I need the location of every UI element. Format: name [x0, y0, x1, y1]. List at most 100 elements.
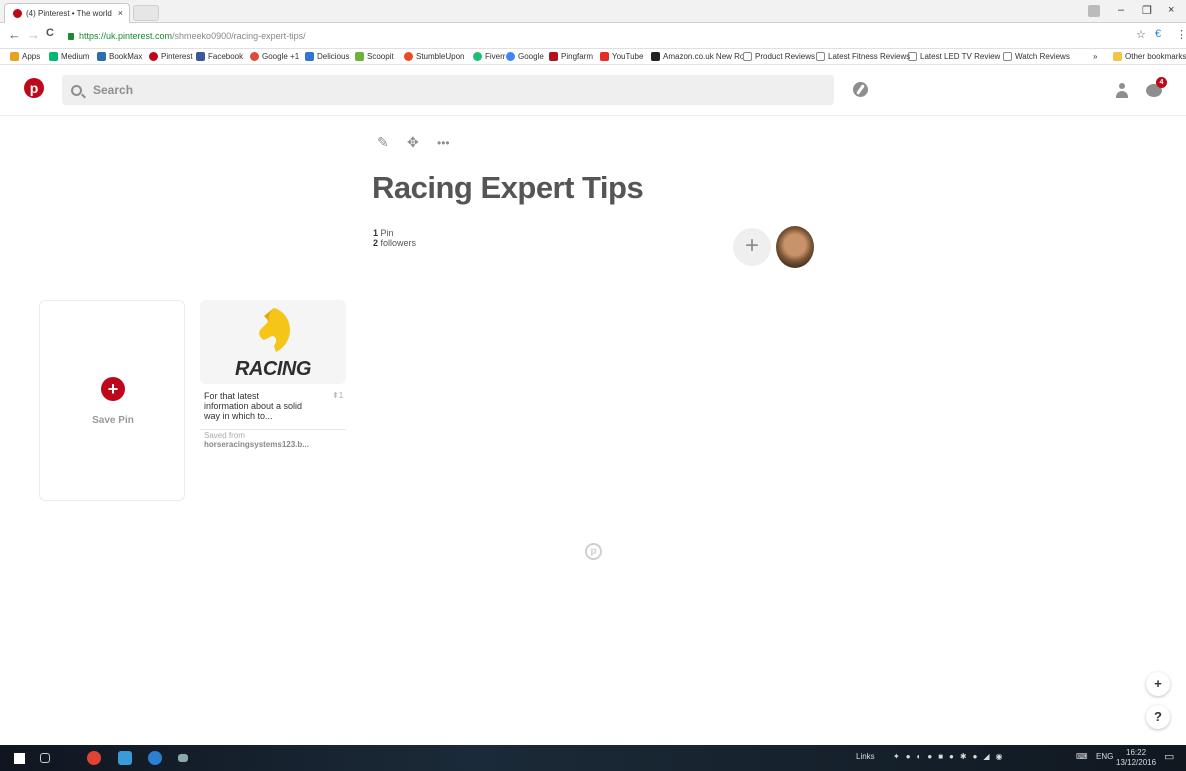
other-bookmarks[interactable]: Other bookmarks — [1113, 52, 1186, 61]
facebook-icon — [196, 52, 205, 61]
add-collaborator-button[interactable]: + — [733, 228, 771, 266]
apps-icon — [10, 52, 19, 61]
google-plus-icon — [250, 52, 259, 61]
clock-time: 16:22 — [1126, 748, 1147, 757]
page-icon — [743, 52, 752, 61]
pin-source-link[interactable]: horseracingsystems123.b... — [204, 440, 309, 449]
bookmark-item[interactable]: BookMax — [97, 52, 142, 61]
pinterest-favicon-icon — [13, 9, 22, 18]
followers-stat[interactable]: 2 followers — [373, 238, 416, 248]
bookmark-item[interactable]: StumbleUpon — [404, 52, 464, 61]
avatar[interactable] — [776, 226, 814, 268]
amazon-icon — [651, 52, 660, 61]
bookmark-item[interactable]: YouTube — [600, 52, 643, 61]
bookmark-item[interactable]: Watch Reviews — [1003, 52, 1070, 61]
windows-start-icon[interactable] — [14, 753, 25, 764]
profile-user-icon[interactable] — [1116, 83, 1128, 99]
fiverr-icon — [473, 52, 482, 61]
back-icon[interactable]: ← — [8, 27, 21, 42]
google-icon — [506, 52, 515, 61]
bookmark-item[interactable]: Google +1 — [250, 52, 299, 61]
pinterest-footer-logo-icon: p — [585, 543, 602, 560]
bookmarks-overflow[interactable]: » — [1093, 52, 1097, 61]
action-center-icon[interactable]: ▭ — [1164, 750, 1174, 763]
search-placeholder: Search — [93, 83, 134, 97]
bookmark-item[interactable]: Product Reviews — [743, 52, 815, 61]
browser-tab[interactable]: (4) Pinterest • The world × — [4, 3, 130, 23]
windows-taskbar: Links ✦●◐●■●✱●◢◉ ⌨ ENG 16:22 13/12/2016 … — [0, 745, 1186, 771]
app-icon[interactable] — [148, 751, 162, 765]
search-icon — [71, 84, 82, 96]
url-path: /shmeeko0900/racing-expert-tips/ — [172, 31, 306, 41]
browser-tab-bar: (4) Pinterest • The world × – ❐ × — [0, 0, 1186, 23]
bookmark-item[interactable]: Latest LED TV Review — [908, 52, 1000, 61]
url-input[interactable]: https://uk.pinterest.com/shmeeko0900/rac… — [62, 27, 1126, 45]
bookmark-item[interactable]: Google — [506, 52, 544, 61]
window-close-icon[interactable]: × — [1168, 4, 1174, 16]
profile-icon[interactable] — [1088, 5, 1100, 17]
tray-icons[interactable]: ✦●◐●■●✱●◢◉ — [893, 752, 1009, 761]
pingfarm-icon — [549, 52, 558, 61]
explore-compass-icon[interactable] — [853, 82, 868, 97]
bookmark-item[interactable]: Pinterest — [149, 52, 193, 61]
lock-icon — [68, 32, 74, 40]
pin-image[interactable]: RACING EXPERT — [200, 300, 346, 384]
bookmark-item[interactable]: Apps — [10, 52, 40, 61]
menu-icon[interactable]: ⋮ — [1176, 28, 1186, 41]
tab-close-icon[interactable]: × — [118, 8, 123, 18]
plus-icon: + — [101, 377, 125, 401]
stumbleupon-icon — [404, 52, 413, 61]
bookmark-item[interactable]: Pingfarm — [549, 52, 593, 61]
pinterest-logo-icon[interactable]: p — [24, 78, 44, 98]
bookmax-icon — [97, 52, 106, 61]
reload-icon[interactable]: C — [46, 27, 54, 39]
medium-icon — [49, 52, 58, 61]
bookmark-item[interactable]: Facebook — [196, 52, 243, 61]
edit-pencil-icon[interactable]: ✎ — [377, 134, 389, 151]
star-icon[interactable]: ☆ — [1136, 28, 1146, 41]
add-button[interactable]: + — [1146, 672, 1170, 696]
minimize-icon[interactable]: – — [1118, 4, 1124, 16]
task-view-icon[interactable] — [40, 753, 50, 763]
bookmark-item[interactable]: Medium — [49, 52, 89, 61]
links-toolbar-label[interactable]: Links — [856, 752, 875, 761]
url-host: https://uk.pinterest.com — [79, 31, 173, 41]
extension-icon[interactable]: € — [1155, 28, 1161, 40]
saved-from-label: Saved from — [204, 431, 245, 440]
pin-description: For that latest information about a soli… — [204, 391, 303, 421]
help-button[interactable]: ? — [1146, 705, 1170, 729]
app-icon[interactable] — [118, 751, 132, 765]
chrome-icon[interactable] — [87, 751, 101, 765]
pin-count-stat[interactable]: 1 Pin — [373, 228, 394, 238]
pin-card[interactable]: RACING EXPERT For that latest informatio… — [200, 300, 346, 460]
new-tab-button[interactable] — [133, 5, 159, 21]
bookmark-item[interactable]: Amazon.co.uk New Ro — [651, 52, 744, 61]
language-indicator[interactable]: ENG — [1096, 752, 1113, 761]
app-icon[interactable] — [178, 754, 188, 762]
search-input[interactable]: Search — [62, 75, 834, 105]
more-options-icon[interactable]: ••• — [437, 136, 450, 150]
horse-head-logo-icon — [259, 308, 290, 352]
page-icon — [1003, 52, 1012, 61]
bookmark-item[interactable]: Latest Fitness Reviews — [816, 52, 910, 61]
save-pin-label: Save Pin — [92, 415, 134, 426]
bookmark-item[interactable]: Scoopit — [355, 52, 394, 61]
board-title: Racing Expert Tips — [372, 170, 644, 205]
bookmark-item[interactable]: Delicious — [305, 52, 349, 61]
keyboard-icon[interactable]: ⌨ — [1076, 752, 1088, 761]
restore-icon[interactable]: ❐ — [1142, 4, 1152, 17]
move-arrows-icon[interactable]: ✥ — [407, 134, 419, 151]
clock[interactable]: 16:22 13/12/2016 — [1116, 748, 1156, 768]
bookmark-item[interactable]: Fiverr — [473, 52, 505, 61]
pin-save-count: ⇞1 — [332, 391, 344, 400]
save-pin-card[interactable]: + Save Pin — [39, 300, 185, 501]
page-icon — [816, 52, 825, 61]
notification-badge: 4 — [1156, 77, 1167, 88]
scoopit-icon — [355, 52, 364, 61]
youtube-icon — [600, 52, 609, 61]
delicious-icon — [305, 52, 314, 61]
forward-icon[interactable]: → — [27, 27, 40, 42]
pin-brand-text: RACING EXPERT — [235, 358, 312, 384]
clock-date: 13/12/2016 — [1116, 758, 1157, 767]
bookmarks-bar: Apps Medium BookMax Pinterest Facebook G… — [0, 49, 1186, 65]
